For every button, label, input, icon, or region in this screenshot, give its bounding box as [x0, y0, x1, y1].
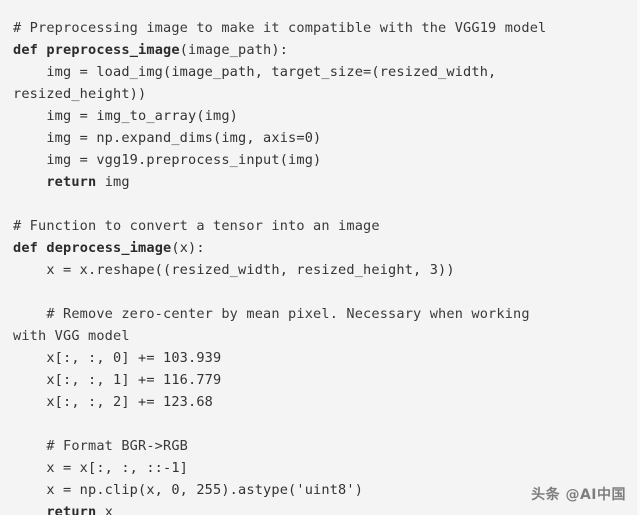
code-text: x[:, :, 2] += 123.68 — [13, 394, 214, 410]
code-line: img = vgg19.preprocess_input(img) — [0, 149, 640, 171]
code-line: x[:, :, 1] += 116.779 — [0, 369, 640, 391]
code-line: return img — [0, 171, 640, 193]
code-line: # Format BGR->RGB — [0, 435, 640, 457]
code-comment: # Function to convert a tensor into an i… — [13, 218, 380, 234]
python-keyword: def — [13, 240, 39, 256]
code-line: # Preprocessing image to make it compati… — [0, 17, 640, 39]
code-line: img = np.expand_dims(img, axis=0) — [0, 127, 640, 149]
code-line: def deprocess_image(x): — [0, 237, 640, 259]
code-text: x[:, :, 1] += 116.779 — [13, 372, 222, 388]
code-text: x[:, :, 0] += 103.939 — [13, 350, 222, 366]
code-line: # Remove zero-center by mean pixel. Nece… — [0, 303, 640, 325]
code-line: x[:, :, 2] += 123.68 — [0, 391, 640, 413]
code-comment: with VGG model — [13, 328, 130, 344]
code-listing: # Preprocessing image to make it compati… — [0, 0, 640, 520]
code-text: x = x.reshape((resized_width, resized_he… — [13, 262, 455, 278]
code-line: def preprocess_image(image_path): — [0, 39, 640, 61]
code-line: x[:, :, 0] += 103.939 — [0, 347, 640, 369]
python-keyword: def — [13, 42, 39, 58]
bottom-edge-strip — [0, 515, 640, 520]
code-comment: # Format BGR->RGB — [13, 438, 189, 454]
code-line: x = x.reshape((resized_width, resized_he… — [0, 259, 640, 281]
code-text: img = np.expand_dims(img, axis=0) — [13, 130, 322, 146]
code-text: img — [96, 174, 130, 190]
code-text: img = load_img(image_path, target_size=(… — [13, 64, 497, 80]
code-screenshot: # Preprocessing image to make it compati… — [0, 0, 640, 520]
code-line: resized_height)) — [0, 83, 640, 105]
code-line: img = load_img(image_path, target_size=(… — [0, 61, 640, 83]
code-comment: # Remove zero-center by mean pixel. Nece… — [13, 306, 530, 322]
function-name: preprocess_image — [46, 42, 180, 58]
function-name: deprocess_image — [46, 240, 172, 256]
code-text: x = np.clip(x, 0, 255).astype('uint8') — [13, 482, 364, 498]
code-text: x = x[:, :, ::-1] — [13, 460, 189, 476]
code-text: img = vgg19.preprocess_input(img) — [13, 152, 322, 168]
code-text: img = img_to_array(img) — [13, 108, 239, 124]
code-line: x = x[:, :, ::-1] — [0, 457, 640, 479]
code-text: resized_height)) — [13, 86, 147, 102]
code-text: (image_path): — [179, 42, 289, 58]
code-line: # Function to convert a tensor into an i… — [0, 215, 640, 237]
code-comment: # Preprocessing image to make it compati… — [13, 20, 547, 36]
python-keyword: return — [46, 174, 97, 190]
code-line: img = img_to_array(img) — [0, 105, 640, 127]
code-line: with VGG model — [0, 325, 640, 347]
watermark: 头条 @AI中国 — [531, 487, 626, 503]
code-text: (x): — [171, 240, 205, 256]
